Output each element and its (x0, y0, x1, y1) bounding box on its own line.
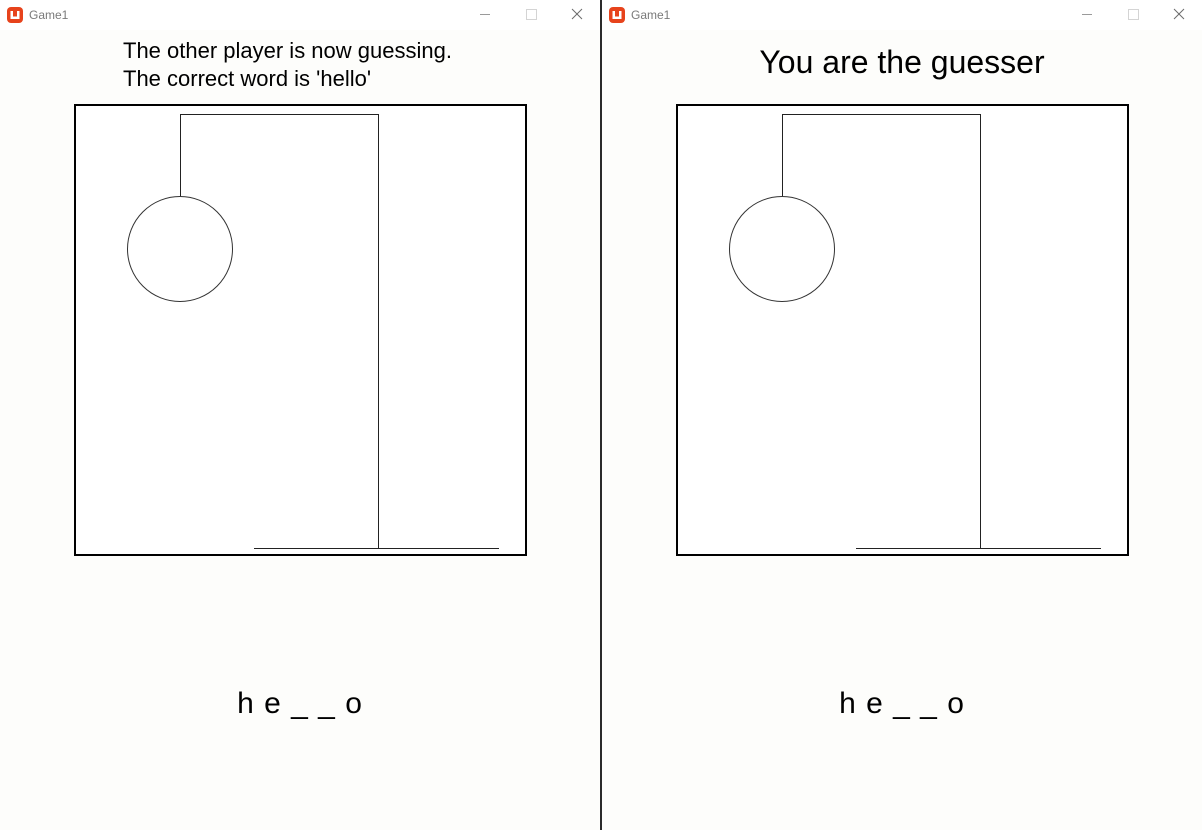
game-window-right: Game1 You are the guesser h e _ _ o (602, 0, 1202, 830)
minimize-button[interactable] (1064, 0, 1110, 30)
status-line-correct-word: The correct word is 'hello' (123, 66, 372, 91)
board-frame (676, 104, 1129, 556)
hangman-board (676, 104, 1129, 556)
close-icon (1173, 8, 1185, 20)
maximize-button[interactable] (1110, 0, 1156, 30)
title-bar[interactable]: Game1 (602, 0, 1202, 30)
window-title: Game1 (631, 8, 671, 22)
maximize-icon (1128, 9, 1139, 20)
minimize-icon (480, 14, 490, 15)
title-bar[interactable]: Game1 (0, 0, 600, 30)
hangman-board (74, 104, 527, 556)
maximize-button[interactable] (508, 0, 554, 30)
maximize-icon (526, 9, 537, 20)
status-title: You are the guesser (759, 44, 1045, 80)
minimize-button[interactable] (462, 0, 508, 30)
monogame-icon (609, 7, 625, 23)
window-title: Game1 (29, 8, 69, 22)
status-line-guessing: The other player is now guessing. (123, 38, 452, 63)
word-display: h e _ _ o (237, 687, 363, 720)
desktop: Game1 The other player is now guessing. … (0, 0, 1202, 830)
monogame-icon (7, 7, 23, 23)
game-window-left: Game1 The other player is now guessing. … (0, 0, 600, 830)
word-display: h e _ _ o (839, 687, 965, 720)
minimize-icon (1082, 14, 1092, 15)
close-icon (571, 8, 583, 20)
board-frame (74, 104, 527, 556)
close-button[interactable] (1156, 0, 1202, 30)
close-button[interactable] (554, 0, 600, 30)
